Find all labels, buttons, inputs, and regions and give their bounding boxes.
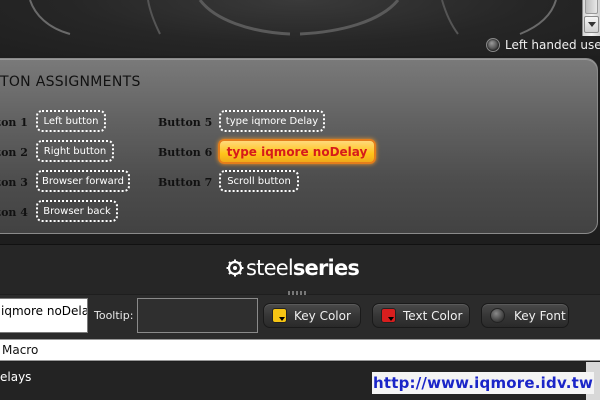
logo-wordmark-bold: series — [292, 256, 360, 280]
delays-label: elays — [0, 370, 32, 384]
key-name-input[interactable]: iqmore noDela — [0, 298, 88, 333]
button-5-label: Button 5 — [158, 116, 213, 129]
button-3-assignment[interactable]: Browser forward — [36, 170, 130, 192]
chevron-down-icon — [587, 22, 596, 27]
button-7-assignment[interactable]: Scroll button — [219, 170, 299, 192]
left-handed-label: Left handed use — [505, 38, 600, 52]
text-color-label: Text Color — [403, 308, 463, 323]
steelseries-logo: steelseries — [226, 256, 360, 280]
button-6-assignment-selected[interactable]: type iqmore noDelay — [218, 139, 376, 164]
button-2-label: ton 2 — [0, 146, 28, 159]
tooltip-label: Tooltip: — [94, 309, 134, 322]
left-handed-toggle[interactable]: Left handed use — [486, 37, 600, 53]
font-icon — [490, 308, 505, 323]
button-1-label: ton 1 — [0, 116, 28, 129]
logo-wordmark-light: steel — [246, 256, 294, 280]
logo-wordmark: steelseries — [246, 256, 360, 280]
macro-row[interactable] — [0, 339, 600, 361]
button-1-assignment[interactable]: Left button — [36, 110, 106, 132]
button-5-assignment[interactable]: type iqmore Delay — [219, 110, 325, 132]
panel-title: TON ASSIGNMENTS — [0, 74, 141, 90]
tooltip-input[interactable] — [137, 298, 258, 333]
key-color-label: Key Color — [294, 308, 351, 323]
key-color-button[interactable]: Key Color — [263, 303, 361, 328]
key-font-label: Key Font — [514, 308, 566, 323]
key-font-button[interactable]: Key Font — [481, 303, 569, 328]
button-4-label: ton 4 — [0, 206, 28, 219]
preview-scrollbar[interactable] — [582, 0, 600, 36]
scroll-down-button[interactable] — [584, 16, 599, 33]
key-color-swatch-icon — [272, 308, 287, 323]
macro-label: Macro — [2, 343, 39, 357]
button-7-label: Button 7 — [158, 176, 213, 189]
left-handed-radio[interactable] — [486, 38, 500, 52]
button-4-assignment[interactable]: Browser back — [36, 200, 118, 222]
button-3-label: ton 3 — [0, 176, 28, 189]
text-color-button[interactable]: Text Color — [372, 303, 470, 328]
steelseries-gear-icon — [226, 259, 244, 277]
text-color-swatch-icon — [381, 308, 396, 323]
mouse-outline-graphic — [29, 0, 557, 36]
scrollbar-thumb[interactable] — [585, 0, 598, 14]
button-6-label: Button 6 — [158, 146, 213, 159]
button-2-assignment[interactable]: Right button — [36, 140, 114, 162]
watermark-url: http://www.iqmore.idv.tw — [372, 372, 594, 394]
